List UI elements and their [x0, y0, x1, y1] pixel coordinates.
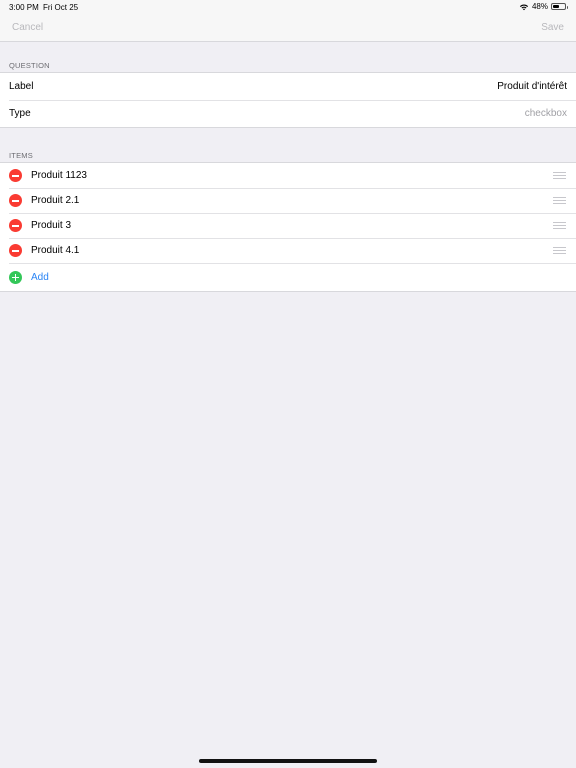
item-label: Produit 4.1	[31, 245, 80, 256]
cancel-button[interactable]: Cancel	[12, 22, 43, 33]
item-label: Produit 2.1	[31, 195, 80, 206]
status-date: Fri Oct 25	[43, 3, 79, 12]
minus-circle-icon[interactable]	[9, 244, 22, 257]
battery-fill	[553, 5, 560, 8]
drag-handle-icon[interactable]	[553, 222, 566, 229]
add-item-row[interactable]: Add	[0, 263, 576, 291]
minus-circle-icon[interactable]	[9, 194, 22, 207]
drag-handle-icon[interactable]	[553, 197, 566, 204]
battery-icon	[551, 3, 568, 10]
list-item[interactable]: Produit 2.1	[0, 188, 576, 213]
list-item[interactable]: Produit 3	[0, 213, 576, 238]
items-group: Produit 1123 Produit 2.1 Produit 3 Produ…	[0, 162, 576, 292]
item-label: Produit 1123	[31, 170, 87, 181]
status-bar: 3:00 PM Fri Oct 25 48%	[0, 0, 576, 14]
type-row-title: Type	[9, 108, 31, 119]
question-section-header: QUESTION	[9, 61, 50, 70]
list-item[interactable]: Produit 4.1	[0, 238, 576, 263]
drag-handle-icon[interactable]	[553, 172, 566, 179]
drag-handle-icon[interactable]	[553, 247, 566, 254]
label-row-title: Label	[9, 81, 34, 92]
type-row[interactable]: Type checkbox	[0, 100, 576, 127]
plus-circle-icon[interactable]	[9, 271, 22, 284]
status-indicators: 48%	[519, 2, 568, 11]
type-value[interactable]: checkbox	[525, 108, 567, 119]
add-button[interactable]: Add	[31, 272, 49, 283]
list-item[interactable]: Produit 1123	[0, 163, 576, 188]
wifi-icon	[519, 3, 529, 10]
question-group: Label Produit d'intérêt Type checkbox	[0, 72, 576, 128]
navigation-bar: Cancel Save	[0, 14, 576, 42]
label-value[interactable]: Produit d'intérêt	[497, 81, 567, 92]
home-indicator[interactable]	[199, 759, 377, 763]
minus-circle-icon[interactable]	[9, 169, 22, 182]
label-row[interactable]: Label Produit d'intérêt	[0, 73, 576, 100]
status-time: 3:00 PM	[9, 3, 39, 12]
battery-percent: 48%	[531, 2, 548, 11]
save-button[interactable]: Save	[541, 22, 564, 33]
items-section-header: ITEMS	[9, 151, 33, 160]
minus-circle-icon[interactable]	[9, 219, 22, 232]
item-label: Produit 3	[31, 220, 72, 231]
